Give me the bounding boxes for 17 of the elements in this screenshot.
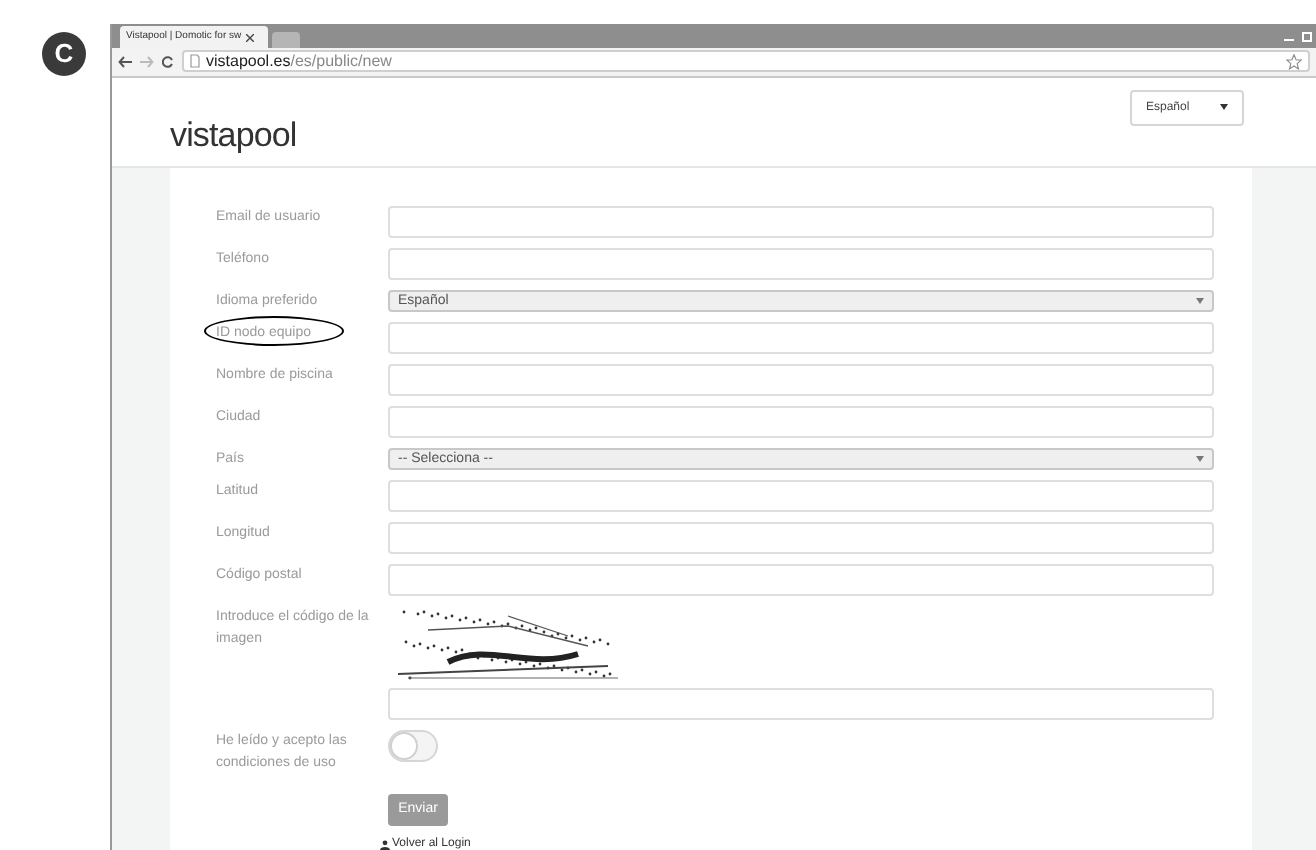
- back-icon[interactable]: [118, 55, 132, 68]
- caret-icon: [1196, 456, 1204, 462]
- star-icon[interactable]: [1286, 53, 1302, 70]
- logo: vistapool: [170, 117, 297, 152]
- page-icon: [190, 54, 200, 69]
- forward-icon[interactable]: [140, 55, 154, 68]
- toggle-switch[interactable]: [388, 730, 438, 762]
- caret-icon: [1220, 104, 1228, 111]
- url-text: vistapool.es/es/public/new: [206, 53, 392, 70]
- restore-icon[interactable]: [1302, 31, 1312, 42]
- user-icon: [380, 839, 390, 849]
- reload-icon[interactable]: [162, 55, 174, 68]
- close-icon[interactable]: [245, 33, 254, 42]
- new-tab-button[interactable]: [272, 32, 300, 49]
- figure-label: C: [42, 32, 86, 76]
- address-bar[interactable]: vistapool.es/es/public/new: [182, 50, 1310, 73]
- caret-icon: [1196, 298, 1204, 304]
